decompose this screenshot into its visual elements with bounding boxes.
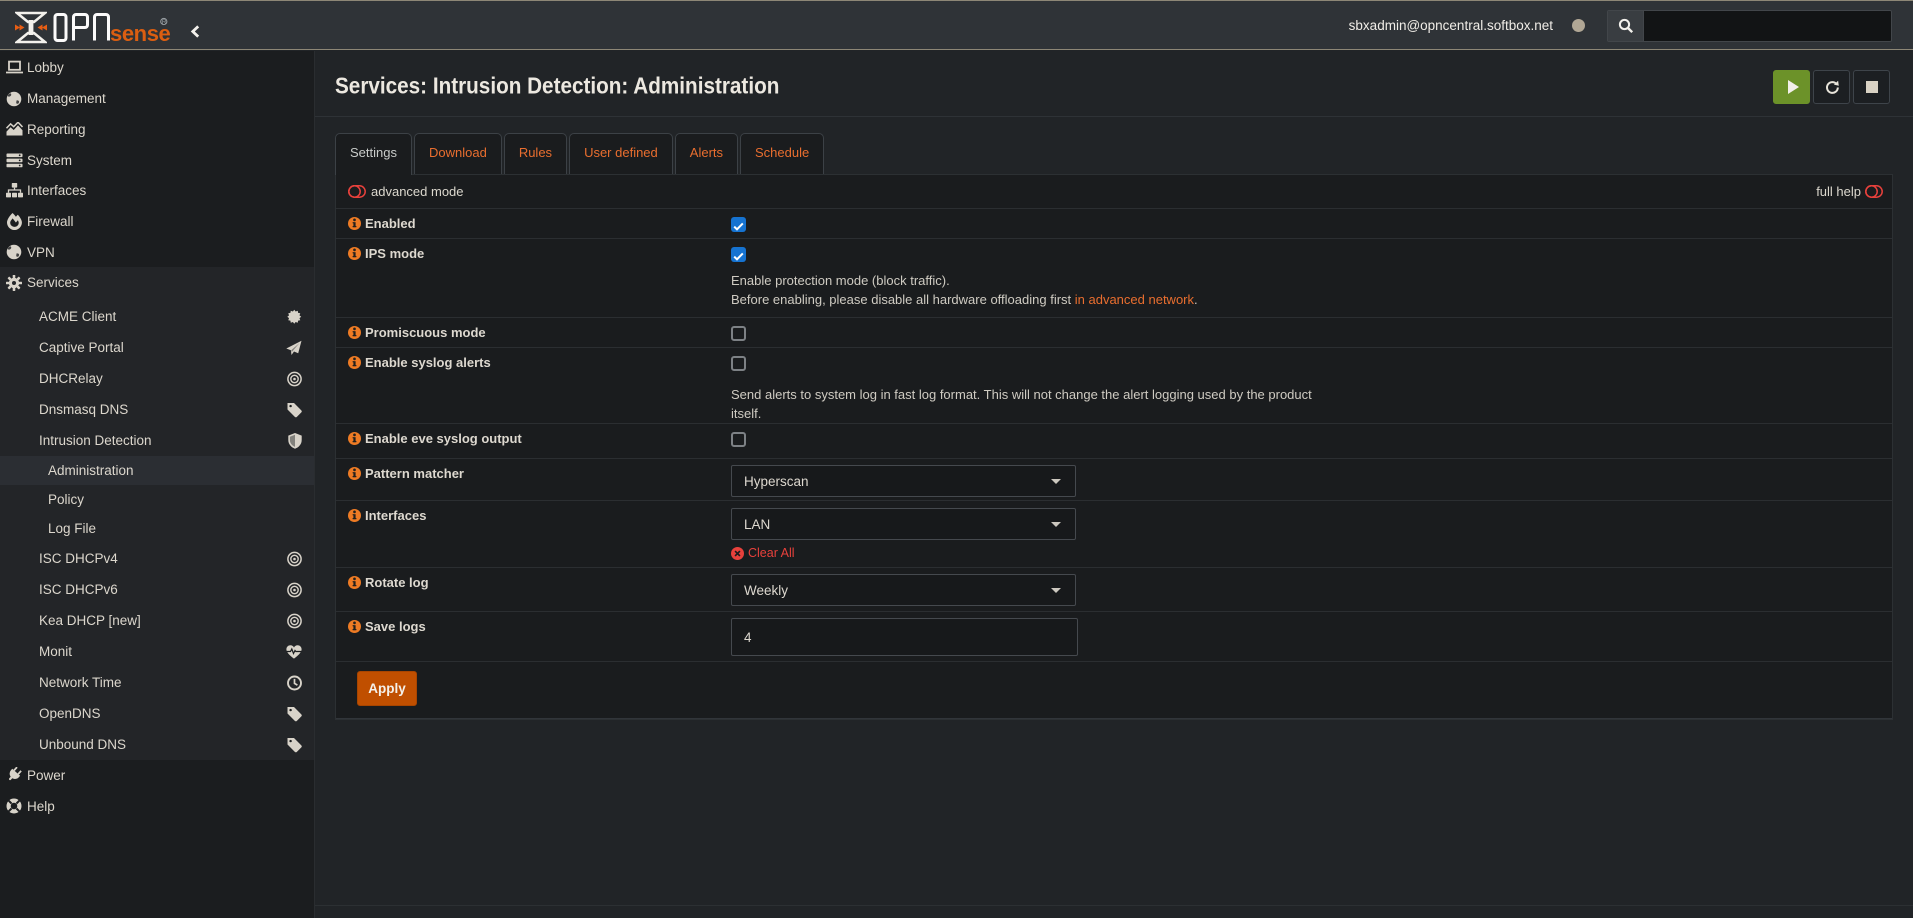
svg-text:R: R [162, 19, 167, 26]
